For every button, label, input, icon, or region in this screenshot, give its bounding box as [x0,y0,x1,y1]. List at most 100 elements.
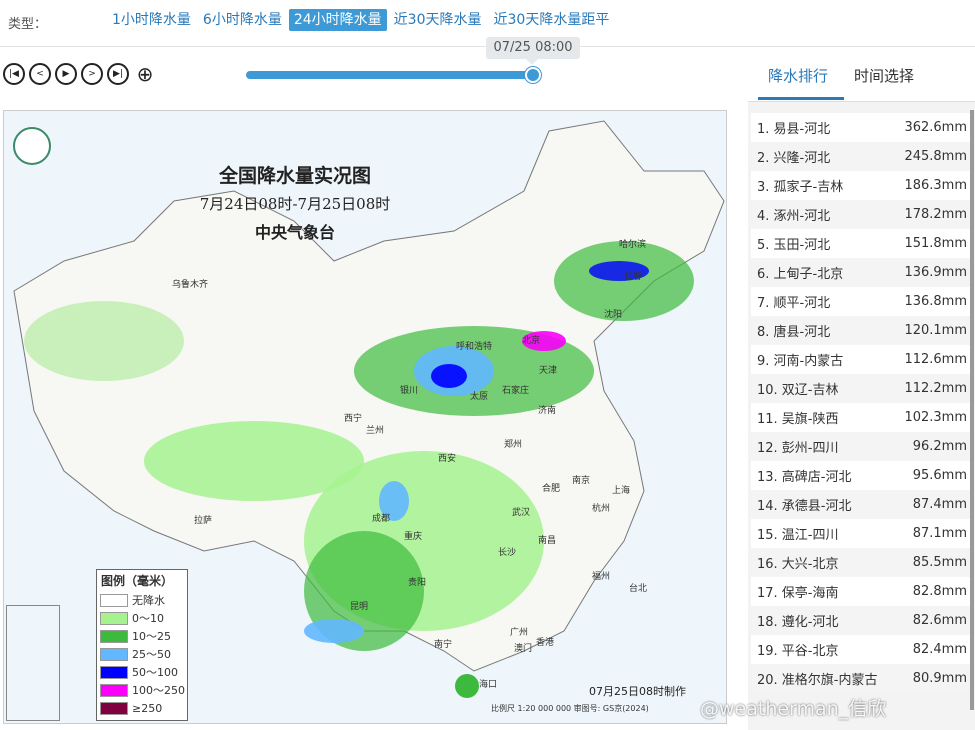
ranking-value: 112.2mm [904,381,967,396]
ranking-value: 82.8mm [912,584,967,599]
ranking-row[interactable]: 3. 孤家子-吉林 186.3mm [751,171,973,200]
ranking-value: 82.6mm [912,613,967,628]
ranking-station: 11. 吴旗-陕西 [757,412,839,427]
ranking-station: 16. 大兴-北京 [757,557,839,572]
ranking-row[interactable]: 18. 遵化-河北 82.6mm [751,606,973,635]
ranking-station: 1. 易县-河北 [757,122,831,137]
ranking-station: 6. 上甸子-北京 [757,267,844,282]
tab-30d-precip[interactable]: 近30天降水量 [389,9,487,31]
tab-30d-anomaly[interactable]: 近30天降水量距平 [489,9,615,31]
city-label: 香港 [536,638,555,648]
ranking-row[interactable]: 11. 吴旗-陕西 102.3mm [751,403,973,432]
city-label: 南京 [572,476,591,486]
city-label: 武汉 [512,508,531,518]
first-frame-icon[interactable]: |◀ [3,63,25,85]
time-slider-handle[interactable] [525,67,541,83]
cma-logo [13,127,51,165]
type-tabs: 1小时降水量 6小时降水量 24小时降水量 近30天降水量 近30天降水量距平 [107,9,614,31]
ranking-list: 1. 易县-河北 362.6mm 2. 兴隆-河北 245.8mm 3. 孤家子-吉林 1… [751,113,973,693]
legend-item: 25～50 [97,645,187,663]
ranking-station: 8. 唐县-河北 [757,325,831,340]
ranking-row[interactable]: 14. 承德县-河北 87.4mm [751,490,973,519]
map-scale: 比例尺 1:20 000 000 审图号: GS京(2024) [491,704,649,713]
ranking-value: 87.4mm [912,497,967,512]
sidebar-scrollbar[interactable] [970,110,974,710]
ranking-value: 245.8mm [904,149,967,164]
sidebar-tabs: 降水排行 时间选择 [748,51,975,102]
active-tab-underline [758,97,844,100]
ranking-station: 12. 彭州-四川 [757,441,839,456]
ranking-station: 7. 顺平-河北 [757,296,831,311]
city-label: 兰州 [366,426,385,436]
ranking-value: 186.3mm [904,178,967,193]
ranking-station: 2. 兴隆-河北 [757,151,831,166]
legend-swatch [100,629,128,643]
ranking-station: 19. 平谷-北京 [757,644,839,659]
ranking-value: 102.3mm [904,410,967,425]
tab-time-select[interactable]: 时间选择 [854,65,914,86]
play-icon[interactable]: ▶ [55,63,77,85]
ranking-station: 20. 准格尔旗-内蒙古 [757,673,878,688]
ranking-row[interactable]: 16. 大兴-北京 85.5mm [751,548,973,577]
ranking-row[interactable]: 13. 高碑店-河北 95.6mm [751,461,973,490]
map-legend: 图例（毫米） 无降水 0～10 10～25 25～50 50～100 100～2… [96,569,188,721]
ranking-row[interactable]: 8. 唐县-河北 120.1mm [751,316,973,345]
ranking-value: 85.5mm [912,555,967,570]
city-label: 西安 [438,454,457,464]
ranking-station: 18. 遵化-河北 [757,615,839,630]
ranking-row[interactable]: 20. 准格尔旗-内蒙古 80.9mm [751,664,973,693]
city-label: 广州 [510,628,529,638]
ranking-row[interactable]: 4. 涿州-河北 178.2mm [751,200,973,229]
ranking-row[interactable]: 17. 保亭-海南 82.8mm [751,577,973,606]
ranking-value: 96.2mm [912,439,967,454]
legend-item: 无降水 [97,591,187,609]
precipitation-map: 全国降水量实况图 7月24日08时-7月25日08时 中央气象台 乌鲁木齐 拉萨… [3,110,727,724]
ranking-row[interactable]: 9. 河南-内蒙古 112.6mm [751,345,973,374]
watermark: @weatherman_信欣 [700,698,887,720]
ranking-row[interactable]: 6. 上甸子-北京 136.9mm [751,258,973,287]
ranking-value: 136.8mm [904,294,967,309]
ranking-row[interactable]: 7. 顺平-河北 136.8mm [751,287,973,316]
ranking-row[interactable]: 1. 易县-河北 362.6mm [751,113,973,142]
zoom-icon[interactable]: ⊕ [133,62,157,86]
next-icon[interactable]: > [81,63,103,85]
city-label: 海口 [479,680,498,690]
legend-item: 50～100 [97,663,187,681]
city-label: 太原 [470,392,489,402]
city-label: 郑州 [504,440,523,450]
ranking-row[interactable]: 2. 兴隆-河北 245.8mm [751,142,973,171]
ranking-row[interactable]: 10. 双辽-吉林 112.2mm [751,374,973,403]
previous-icon[interactable]: < [29,63,51,85]
ranking-row[interactable]: 5. 玉田-河北 151.8mm [751,229,973,258]
tab-1h-precip[interactable]: 1小时降水量 [107,9,196,31]
legend-item: 10～25 [97,627,187,645]
legend-label: 10～25 [132,630,171,643]
city-label: 重庆 [404,532,423,542]
tab-rainfall-ranking[interactable]: 降水排行 [768,65,828,86]
ranking-value: 112.6mm [904,352,967,367]
city-label: 银川 [400,386,419,396]
city-label: 台北 [629,584,648,594]
tab-24h-precip[interactable]: 24小时降水量 [288,9,387,31]
ranking-row[interactable]: 12. 彭州-四川 96.2mm [751,432,973,461]
legend-title: 图例（毫米） [101,574,174,588]
ranking-row[interactable]: 19. 平谷-北京 82.4mm [751,635,973,664]
legend-swatch [100,647,128,661]
legend-swatch [100,611,128,625]
time-slider-track[interactable] [246,71,534,79]
city-label: 长春 [624,272,643,282]
legend-label: 50～100 [132,666,178,679]
current-time-tooltip: 07/25 08:00 [486,37,580,65]
ranking-row[interactable]: 15. 温江-四川 87.1mm [751,519,973,548]
legend-swatch [100,683,128,697]
tab-6h-precip[interactable]: 6小时降水量 [198,9,287,31]
ranking-value: 178.2mm [904,207,967,222]
last-frame-icon[interactable]: ▶| [107,63,129,85]
city-label: 南宁 [434,640,453,650]
ranking-station: 4. 涿州-河北 [757,209,831,224]
sidebar: 降水排行 时间选择 1. 易县-河北 362.6mm 2. 兴隆-河北 245.8mm… [748,51,975,730]
city-label: 沈阳 [604,310,623,320]
legend-label: 无降水 [132,594,165,607]
legend-swatch [100,665,128,679]
city-label: 澳门 [514,644,533,654]
